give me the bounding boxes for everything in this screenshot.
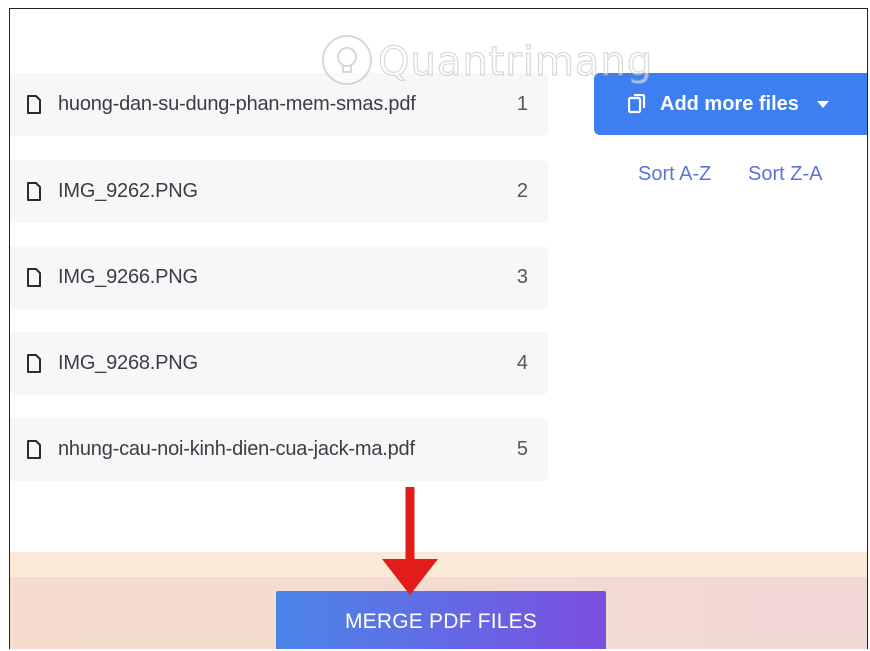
file-name: IMG_9268.PNG <box>58 352 198 374</box>
file-name: nhung-cau-noi-kinh-dien-cua-jack-ma.pdf <box>58 438 415 460</box>
file-icon <box>27 181 41 201</box>
file-name: IMG_9262.PNG <box>58 180 198 202</box>
file-item[interactable]: IMG_9266.PNG 3 <box>10 246 548 309</box>
add-more-files-label: Add more files <box>660 92 799 115</box>
file-order-number: 3 <box>516 266 528 288</box>
file-item[interactable]: nhung-cau-noi-kinh-dien-cua-jack-ma.pdf … <box>10 418 548 481</box>
sort-a-z-link[interactable]: Sort A-Z <box>638 163 711 186</box>
merge-button-label: MERGE PDF FILES <box>344 610 538 633</box>
sort-z-a-link[interactable]: Sort Z-A <box>748 163 822 186</box>
merge-pdf-files-button[interactable]: MERGE PDF FILES <box>276 591 606 649</box>
app-frame: huong-dan-su-dung-phan-mem-smas.pdf 1 IM… <box>9 8 868 649</box>
file-item[interactable]: IMG_9268.PNG 4 <box>10 332 548 395</box>
watermark-text: Quantrimang <box>377 38 654 85</box>
copy-icon <box>628 94 646 114</box>
file-item[interactable]: IMG_9262.PNG 2 <box>10 160 548 223</box>
file-icon <box>27 439 41 459</box>
file-order-number: 2 <box>516 180 528 202</box>
file-name: IMG_9266.PNG <box>58 266 198 288</box>
file-order-number: 5 <box>516 438 528 460</box>
watermark-logo: Quantrimang <box>320 27 660 97</box>
file-icon <box>27 94 41 114</box>
file-icon <box>27 353 41 373</box>
chevron-down-icon[interactable] <box>816 100 829 108</box>
file-order-number: 4 <box>516 352 528 374</box>
file-icon <box>27 267 41 287</box>
lightbulb-icon <box>322 35 372 85</box>
arrow-down-icon <box>382 487 438 595</box>
